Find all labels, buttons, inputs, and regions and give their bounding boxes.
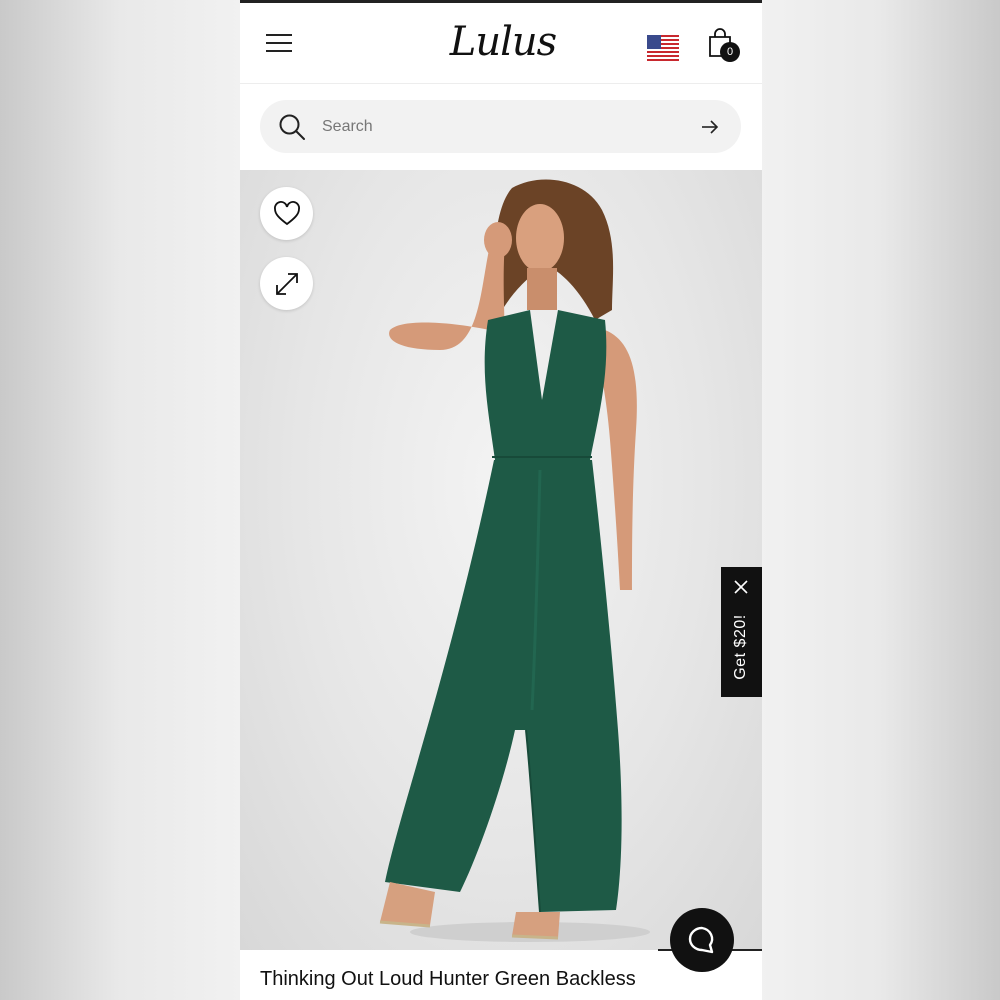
search-input[interactable] <box>322 100 682 153</box>
cart-count-badge: 0 <box>720 42 740 62</box>
us-flag-icon[interactable] <box>647 35 679 61</box>
promo-tab[interactable]: Get $20! <box>721 567 762 697</box>
chat-button[interactable] <box>670 908 734 972</box>
chat-bubble-icon <box>688 926 714 954</box>
expand-image-button[interactable] <box>260 257 313 310</box>
site-header: Lulus 0 <box>240 3 762 84</box>
product-image[interactable] <box>240 170 762 950</box>
search-icon <box>279 114 305 140</box>
phone-screen: Lulus 0 Search Get $20! Thinking Out Lou… <box>240 0 762 1000</box>
heart-icon <box>274 201 300 226</box>
promo-label: Get $20! <box>732 614 749 680</box>
search-bar[interactable] <box>260 100 741 153</box>
menu-button[interactable] <box>266 34 292 54</box>
expand-icon <box>276 273 298 295</box>
close-icon[interactable] <box>733 579 749 595</box>
brand-logo[interactable]: Lulus <box>448 17 558 67</box>
hamburger-menu-icon <box>266 34 292 36</box>
product-title: Thinking Out Loud Hunter Green Backless <box>260 968 636 990</box>
arrow-right-icon[interactable] <box>700 117 720 137</box>
model-photo <box>379 179 650 942</box>
wishlist-button[interactable] <box>260 187 313 240</box>
